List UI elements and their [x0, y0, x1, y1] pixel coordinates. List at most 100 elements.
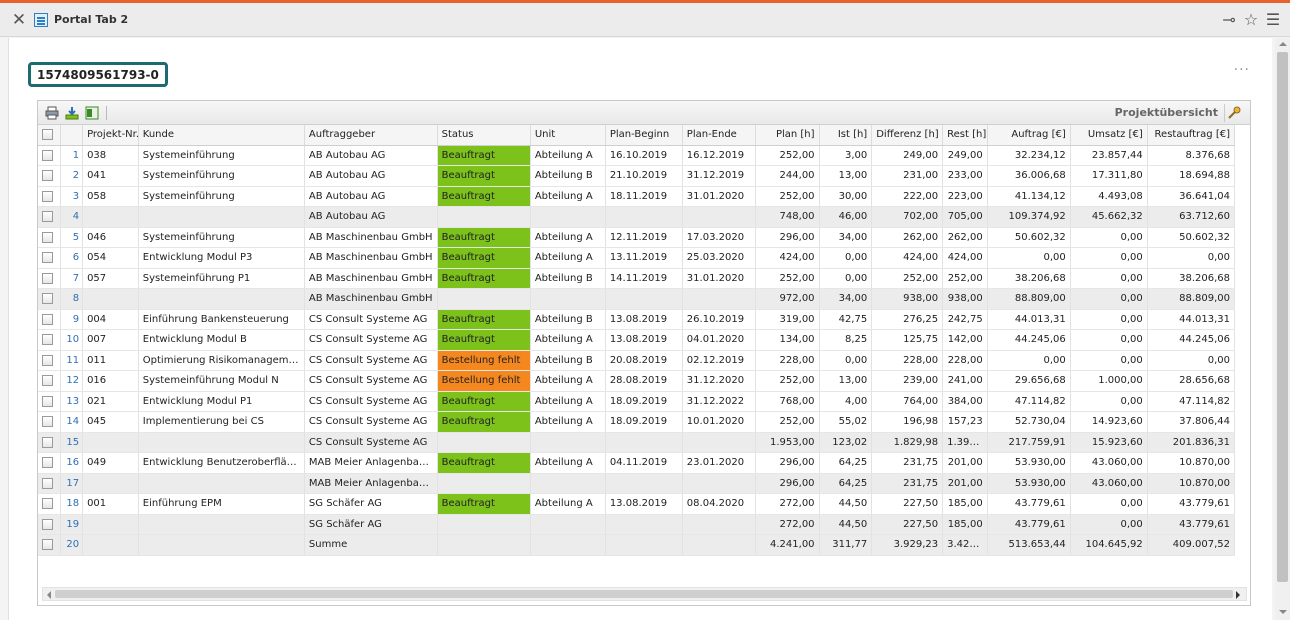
cell-plan-beginn[interactable]	[605, 514, 683, 535]
cell-restauftrag[interactable]: 0,00	[1147, 247, 1236, 269]
cell-plan-ende[interactable]: 31.12.2020	[682, 370, 756, 392]
cell-plan-ende[interactable]: 10.01.2020	[682, 411, 756, 433]
cell-unit[interactable]: Abteilung A	[530, 186, 606, 207]
cell-plan-beginn[interactable]	[605, 432, 683, 453]
cell-auftraggeber[interactable]: AB Autobau AG	[304, 206, 438, 228]
cell-plan-beginn[interactable]	[605, 206, 683, 228]
header-umsatz[interactable]: Umsatz [€]	[1070, 125, 1148, 146]
header-unit[interactable]: Unit	[530, 125, 606, 146]
table-row[interactable]: 9 004 Einführung Bankensteuerung CS Consult…	[38, 309, 1236, 330]
cell-plan-beginn[interactable]: 18.09.2019	[605, 411, 683, 433]
cell-unit[interactable]: Abteilung A	[530, 227, 606, 248]
cell-unit[interactable]	[530, 206, 606, 228]
cell-rest-h[interactable]: 262,00	[942, 227, 988, 248]
header-rest-h[interactable]: Rest [h]	[942, 125, 988, 146]
cell-projekt-nr[interactable]: 007	[82, 329, 139, 351]
cell-projekt-nr[interactable]	[82, 534, 139, 556]
cell-restauftrag[interactable]: 8.376,68	[1147, 145, 1236, 166]
cell-plan-beginn[interactable]: 13.08.2019	[605, 493, 683, 515]
cell-projekt-nr[interactable]: 011	[82, 350, 139, 371]
scroll-down-icon[interactable]	[1279, 610, 1287, 614]
cell-ist-h[interactable]: 0,00	[819, 247, 873, 269]
row-checkbox[interactable]	[42, 436, 53, 448]
cell-plan-beginn[interactable]	[605, 534, 683, 556]
cell-auftraggeber[interactable]: SG Schäfer AG	[304, 493, 438, 515]
cell-umsatz[interactable]: 0,00	[1070, 493, 1148, 515]
row-select-cell[interactable]	[38, 493, 61, 515]
cell-kunde[interactable]: Entwicklung Modul B	[138, 329, 305, 351]
cell-plan-h[interactable]: 252,00	[755, 186, 820, 207]
cell-auftrag[interactable]: 43.779,61	[987, 493, 1071, 515]
cell-projekt-nr[interactable]: 041	[82, 165, 139, 187]
cell-plan-ende[interactable]: 04.01.2020	[682, 329, 756, 351]
cell-auftrag[interactable]: 38.206,68	[987, 268, 1071, 289]
cell-projekt-nr[interactable]: 046	[82, 227, 139, 248]
status-badge[interactable]: Beauftragt	[437, 145, 531, 166]
cell-auftrag[interactable]: 513.653,44	[987, 534, 1071, 556]
status-badge[interactable]: Beauftragt	[437, 186, 531, 207]
row-select-cell[interactable]	[38, 145, 61, 166]
cell-auftrag[interactable]: 109.374,92	[987, 206, 1071, 228]
cell-projekt-nr[interactable]: 038	[82, 145, 139, 166]
cell-plan-ende[interactable]: 23.01.2020	[682, 452, 756, 474]
cell-plan-ende[interactable]: 31.01.2020	[682, 186, 756, 207]
cell-plan-beginn[interactable]: 13.08.2019	[605, 329, 683, 351]
group-subtotal-row[interactable]: 15 CS Consult Systeme AG 1.953,00 123,02 1.8…	[38, 432, 1236, 453]
cell-ist-h[interactable]: 13,00	[819, 370, 873, 392]
header-projekt-nr[interactable]: Projekt-Nr.	[82, 125, 139, 146]
cell-auftraggeber[interactable]: CS Consult Systeme AG	[304, 391, 438, 412]
cell-restauftrag[interactable]: 44.245,06	[1147, 329, 1236, 351]
cell-rest-h[interactable]: 185,00	[942, 514, 988, 535]
cell-plan-beginn[interactable]: 21.10.2019	[605, 165, 683, 187]
select-all-checkbox[interactable]	[42, 129, 53, 140]
row-checkbox[interactable]	[42, 457, 53, 468]
cell-rest-h[interactable]: 185,00	[942, 493, 988, 515]
row-select-cell[interactable]	[38, 432, 61, 453]
cell-rest-h[interactable]: 424,00	[942, 247, 988, 269]
status-badge[interactable]: Beauftragt	[437, 329, 531, 351]
row-checkbox[interactable]	[42, 518, 53, 530]
cell-auftrag[interactable]: 43.779,61	[987, 514, 1071, 535]
cell-projekt-nr[interactable]	[82, 432, 139, 453]
cell-unit[interactable]: Abteilung B	[530, 165, 606, 187]
cell-projekt-nr[interactable]: 001	[82, 493, 139, 515]
cell-auftrag[interactable]: 53.930,00	[987, 452, 1071, 474]
cell-restauftrag[interactable]: 36.641,04	[1147, 186, 1236, 207]
cell-unit[interactable]: Abteilung A	[530, 493, 606, 515]
cell-ist-h[interactable]: 8,25	[819, 329, 873, 351]
cell-differenz-h[interactable]: 227,50	[871, 514, 944, 535]
cell-restauftrag[interactable]: 18.694,88	[1147, 165, 1236, 187]
cell-unit[interactable]: Abteilung A	[530, 452, 606, 474]
cell-restauftrag[interactable]: 38.206,68	[1147, 268, 1236, 289]
row-select-cell[interactable]	[38, 206, 61, 228]
cell-umsatz[interactable]: 0,00	[1070, 309, 1148, 330]
cell-projekt-nr[interactable]: 021	[82, 391, 139, 412]
cell-auftrag[interactable]: 52.730,04	[987, 411, 1071, 433]
cell-auftrag[interactable]: 29.656,68	[987, 370, 1071, 392]
cell-projekt-nr[interactable]: 004	[82, 309, 139, 330]
cell-plan-h[interactable]: 252,00	[755, 145, 820, 166]
cell-plan-ende[interactable]: 25.03.2020	[682, 247, 756, 269]
cell-umsatz[interactable]: 0,00	[1070, 288, 1148, 310]
row-select-cell[interactable]	[38, 370, 61, 392]
header-plan-h[interactable]: Plan [h]	[755, 125, 820, 146]
cell-plan-beginn[interactable]: 12.11.2019	[605, 227, 683, 248]
status-badge[interactable]: Bestellung fehlt	[437, 370, 531, 392]
cell-ist-h[interactable]: 44,50	[819, 493, 873, 515]
row-checkbox[interactable]	[42, 416, 53, 427]
cell-plan-h[interactable]: 319,00	[755, 309, 820, 330]
settings-icon[interactable]	[1224, 104, 1242, 122]
cell-plan-beginn[interactable]	[605, 473, 683, 494]
cell-plan-beginn[interactable]: 14.11.2019	[605, 268, 683, 289]
cell-rest-h[interactable]: 1.394,...	[942, 432, 988, 453]
cell-plan-beginn[interactable]: 16.10.2019	[605, 145, 683, 166]
print-icon[interactable]	[44, 105, 60, 121]
scroll-left-icon[interactable]	[47, 591, 51, 599]
header-differenz-h[interactable]: Differenz [h]	[871, 125, 944, 146]
row-checkbox[interactable]	[42, 211, 53, 222]
cell-unit[interactable]	[530, 432, 606, 453]
row-checkbox[interactable]	[42, 334, 53, 345]
cell-differenz-h[interactable]: 125,75	[871, 329, 944, 351]
cell-unit[interactable]: Abteilung B	[530, 309, 606, 330]
cell-restauftrag[interactable]: 409.007,52	[1147, 534, 1236, 556]
